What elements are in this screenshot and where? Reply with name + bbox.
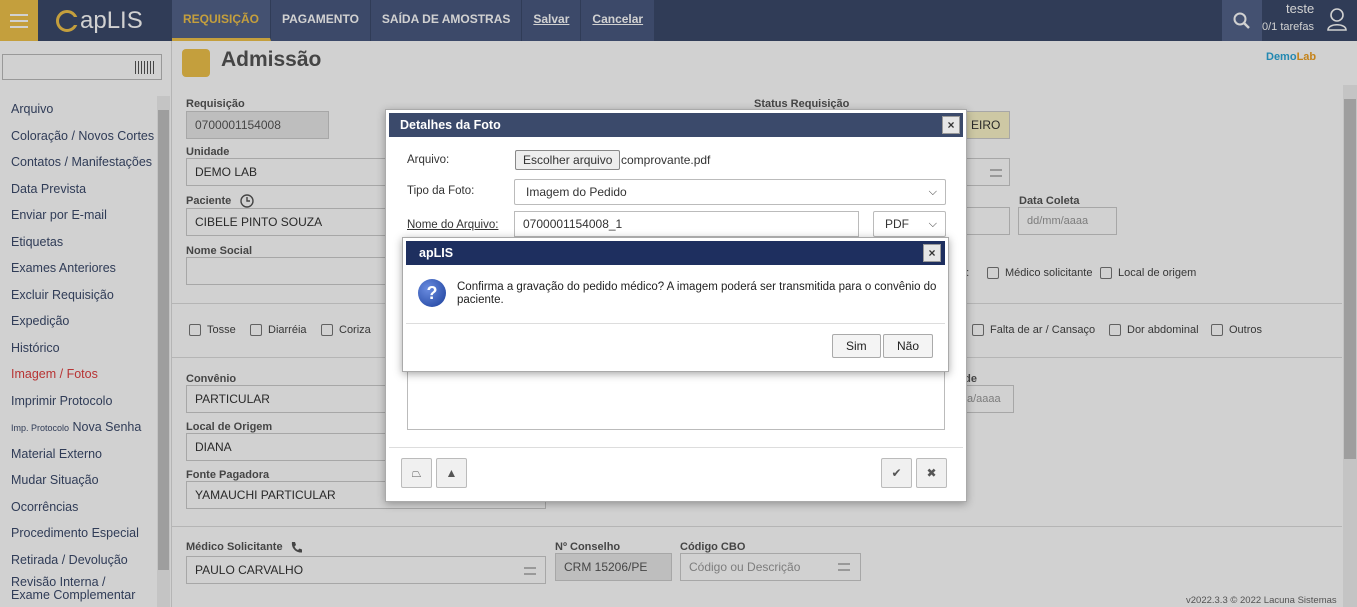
chevron-down-icon: ⌵: [928, 218, 937, 230]
yes-button[interactable]: Sim: [832, 334, 881, 358]
stamp-icon[interactable]: ▲: [436, 458, 467, 488]
confirm-title: apLIS: [406, 241, 945, 265]
close-icon[interactable]: ×: [942, 116, 960, 134]
no-button[interactable]: Não: [883, 334, 934, 358]
nome-arquivo-label: Nome do Arquivo:: [407, 219, 499, 231]
nome-arquivo-input[interactable]: 0700001154008_1: [514, 211, 859, 237]
chevron-down-icon: ⌵: [928, 186, 937, 198]
dialog-title: Detalhes da Foto: [389, 113, 963, 137]
arquivo-label: Arquivo:: [407, 154, 450, 166]
question-icon: ?: [418, 279, 446, 307]
divider: [389, 447, 963, 448]
file-name: comprovante.pdf: [621, 153, 711, 167]
close-icon[interactable]: ✖: [916, 458, 947, 488]
observacao-textarea[interactable]: [407, 365, 945, 430]
confirm-message: Confirma a gravação do pedido médico? A …: [457, 281, 937, 306]
tipo-foto-select[interactable]: Imagem do Pedido ⌵: [514, 179, 946, 205]
confirm-dialog: apLIS × ? Confirma a gravação do pedido …: [402, 237, 949, 372]
extension-select[interactable]: PDF ⌵: [873, 211, 946, 237]
tipo-foto-value: Imagem do Pedido: [526, 185, 627, 199]
close-icon[interactable]: ×: [923, 244, 941, 262]
divider: [406, 323, 945, 324]
extension-value: PDF: [885, 217, 909, 231]
choose-file-button[interactable]: Escolher arquivo: [515, 150, 621, 170]
check-icon[interactable]: ✔: [881, 458, 912, 488]
tipo-foto-label: Tipo da Foto:: [407, 185, 475, 197]
scanner-icon[interactable]: ⏢: [401, 458, 432, 488]
